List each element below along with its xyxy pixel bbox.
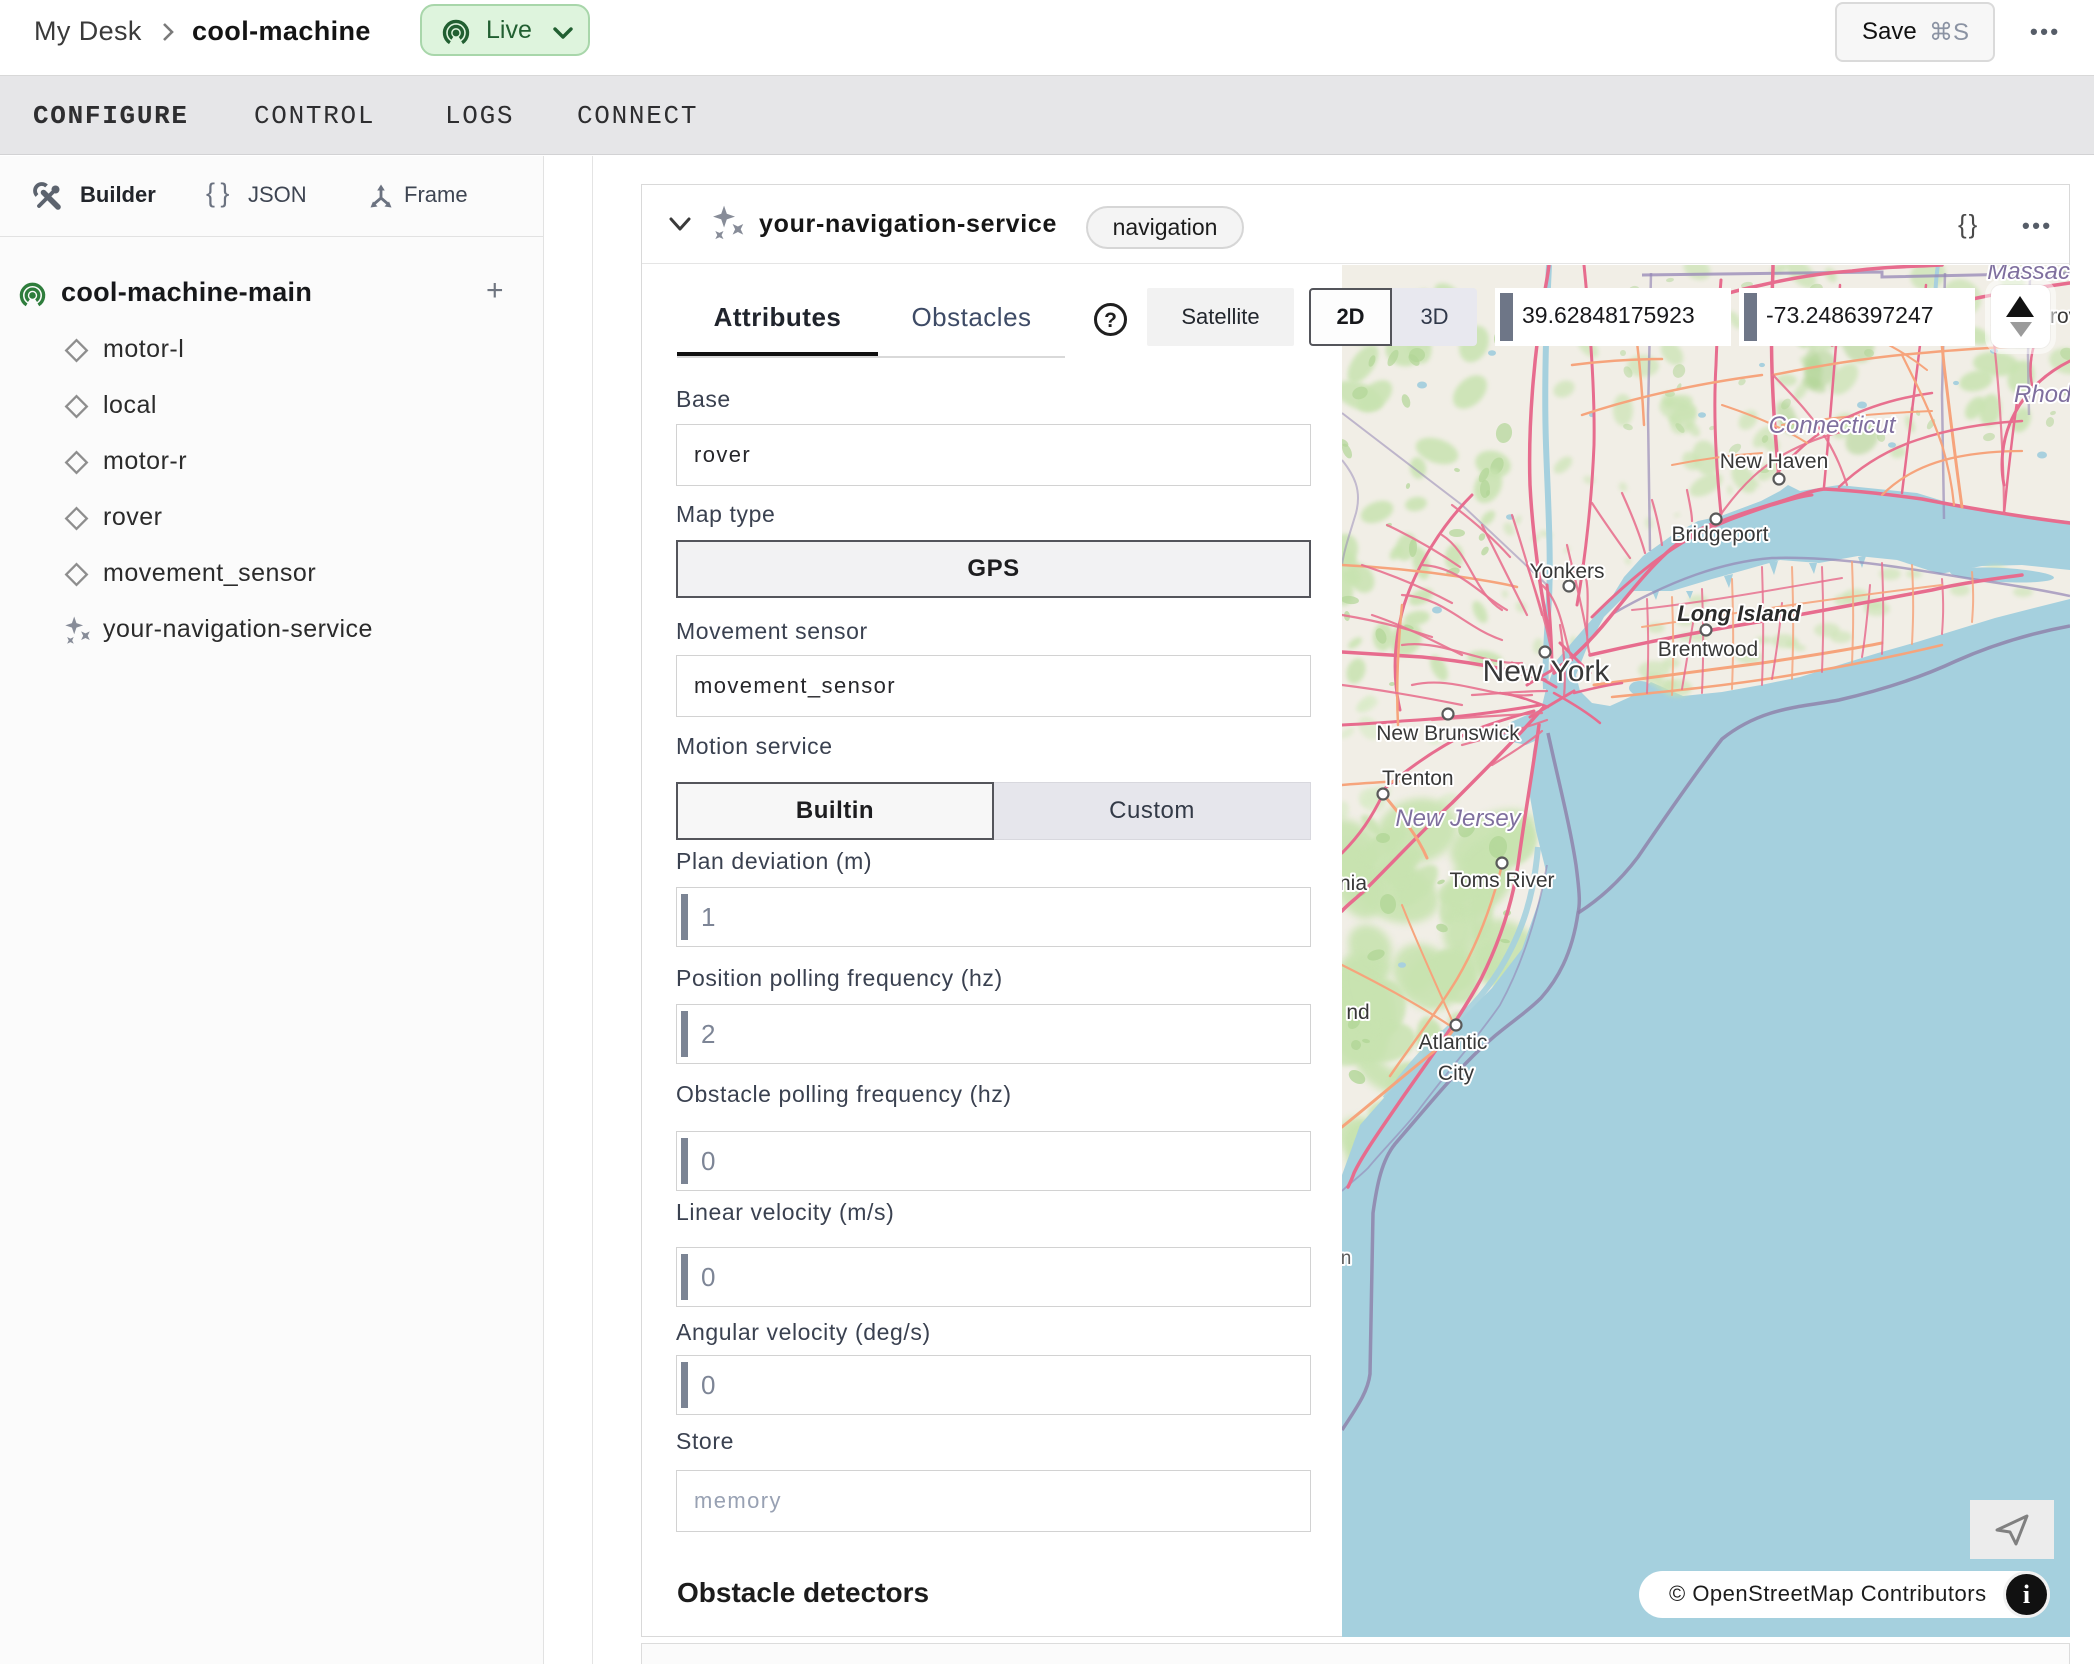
svg-text:Connecticut: Connecticut <box>1769 412 1897 439</box>
svg-text:Rhode Island: Rhode Island <box>2014 381 2070 408</box>
svg-text:New Brunswick: New Brunswick <box>1376 722 1520 745</box>
svg-text:Trenton: Trenton <box>1382 767 1454 790</box>
svg-text:?: ? <box>1104 309 1117 332</box>
svg-text:Yonkers: Yonkers <box>1529 560 1604 583</box>
svg-text:Atlantic: Atlantic <box>1419 1031 1488 1054</box>
svg-text:nd: nd <box>1346 1001 1369 1024</box>
svg-text:New Jersey: New Jersey <box>1395 805 1522 832</box>
svg-text:n: n <box>1342 1248 1351 1269</box>
svg-text:nia: nia <box>1342 872 1367 895</box>
svg-text:Long Island: Long Island <box>1677 601 1801 626</box>
svg-text:Massachu: Massachu <box>1987 265 2070 285</box>
svg-text:New York: New York <box>1483 655 1611 688</box>
svg-text:Bridgeport: Bridgeport <box>1672 523 1769 546</box>
svg-text:City: City <box>1438 1062 1475 1085</box>
svg-text:New Haven: New Haven <box>1720 450 1829 473</box>
svg-text:Brentwood: Brentwood <box>1658 638 1758 661</box>
svg-text:Toms River: Toms River <box>1449 869 1554 892</box>
